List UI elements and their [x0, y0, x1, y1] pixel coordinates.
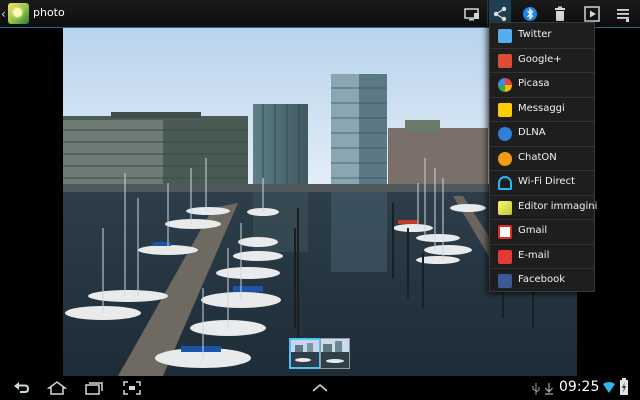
screen-mirror-icon[interactable]	[461, 4, 483, 24]
chaton-icon	[498, 151, 512, 166]
share-item-dlna[interactable]: DLNA	[490, 122, 594, 147]
share-menu: Twitter Google+ Picasa Messaggi DLNA Cha…	[489, 22, 597, 294]
twitter-icon	[498, 29, 512, 43]
share-item-picasa[interactable]: Picasa	[490, 73, 594, 98]
navigation-bar: 09:25	[0, 376, 640, 400]
share-item-wifi-direct[interactable]: Wi-Fi Direct	[490, 171, 594, 196]
wifi-icon	[602, 379, 616, 399]
share-item-google-plus[interactable]: Google+	[490, 49, 594, 73]
up-chevron-icon[interactable]	[309, 380, 331, 400]
share-item-chaton[interactable]: ChatON	[490, 147, 594, 171]
battery-icon	[619, 378, 629, 400]
bluetooth-icon[interactable]	[519, 4, 541, 24]
email-icon	[498, 249, 512, 264]
back-icon[interactable]	[10, 380, 32, 400]
app-title: photo	[33, 6, 65, 19]
messages-icon	[498, 102, 512, 117]
usb-icon	[530, 381, 542, 400]
recent-apps-icon[interactable]	[83, 380, 105, 400]
share-item-gmail[interactable]: Gmail	[490, 220, 594, 245]
dlna-icon	[498, 127, 512, 141]
wifi-direct-icon	[498, 176, 512, 190]
download-icon	[543, 381, 555, 400]
screenshot-icon[interactable]	[121, 380, 143, 400]
action-bar-divider	[487, 0, 488, 28]
share-item-twitter[interactable]: Twitter	[490, 24, 594, 49]
thumbnail-selected[interactable]	[289, 338, 321, 369]
delete-icon[interactable]	[549, 4, 571, 24]
share-item-editor-immagini[interactable]: Editor immagini	[490, 196, 597, 220]
share-item-messaggi[interactable]: Messaggi	[490, 98, 594, 122]
gmail-icon	[498, 225, 512, 239]
picasa-icon	[498, 78, 512, 92]
slideshow-play-icon[interactable]	[581, 4, 603, 24]
photo-app-icon[interactable]	[8, 3, 29, 24]
clock: 09:25	[559, 379, 600, 395]
image-editor-icon	[498, 200, 512, 215]
google-plus-icon	[498, 53, 512, 68]
home-icon[interactable]	[46, 380, 68, 400]
share-icon[interactable]	[489, 4, 511, 24]
share-item-email[interactable]: E-mail	[490, 245, 594, 269]
thumbnail[interactable]	[320, 338, 350, 369]
menu-icon[interactable]	[612, 4, 634, 24]
facebook-icon	[498, 274, 512, 288]
screen: ‹ photo Twitter Google+ Picasa Messaggi …	[0, 0, 640, 400]
share-item-facebook[interactable]: Facebook	[490, 269, 594, 294]
